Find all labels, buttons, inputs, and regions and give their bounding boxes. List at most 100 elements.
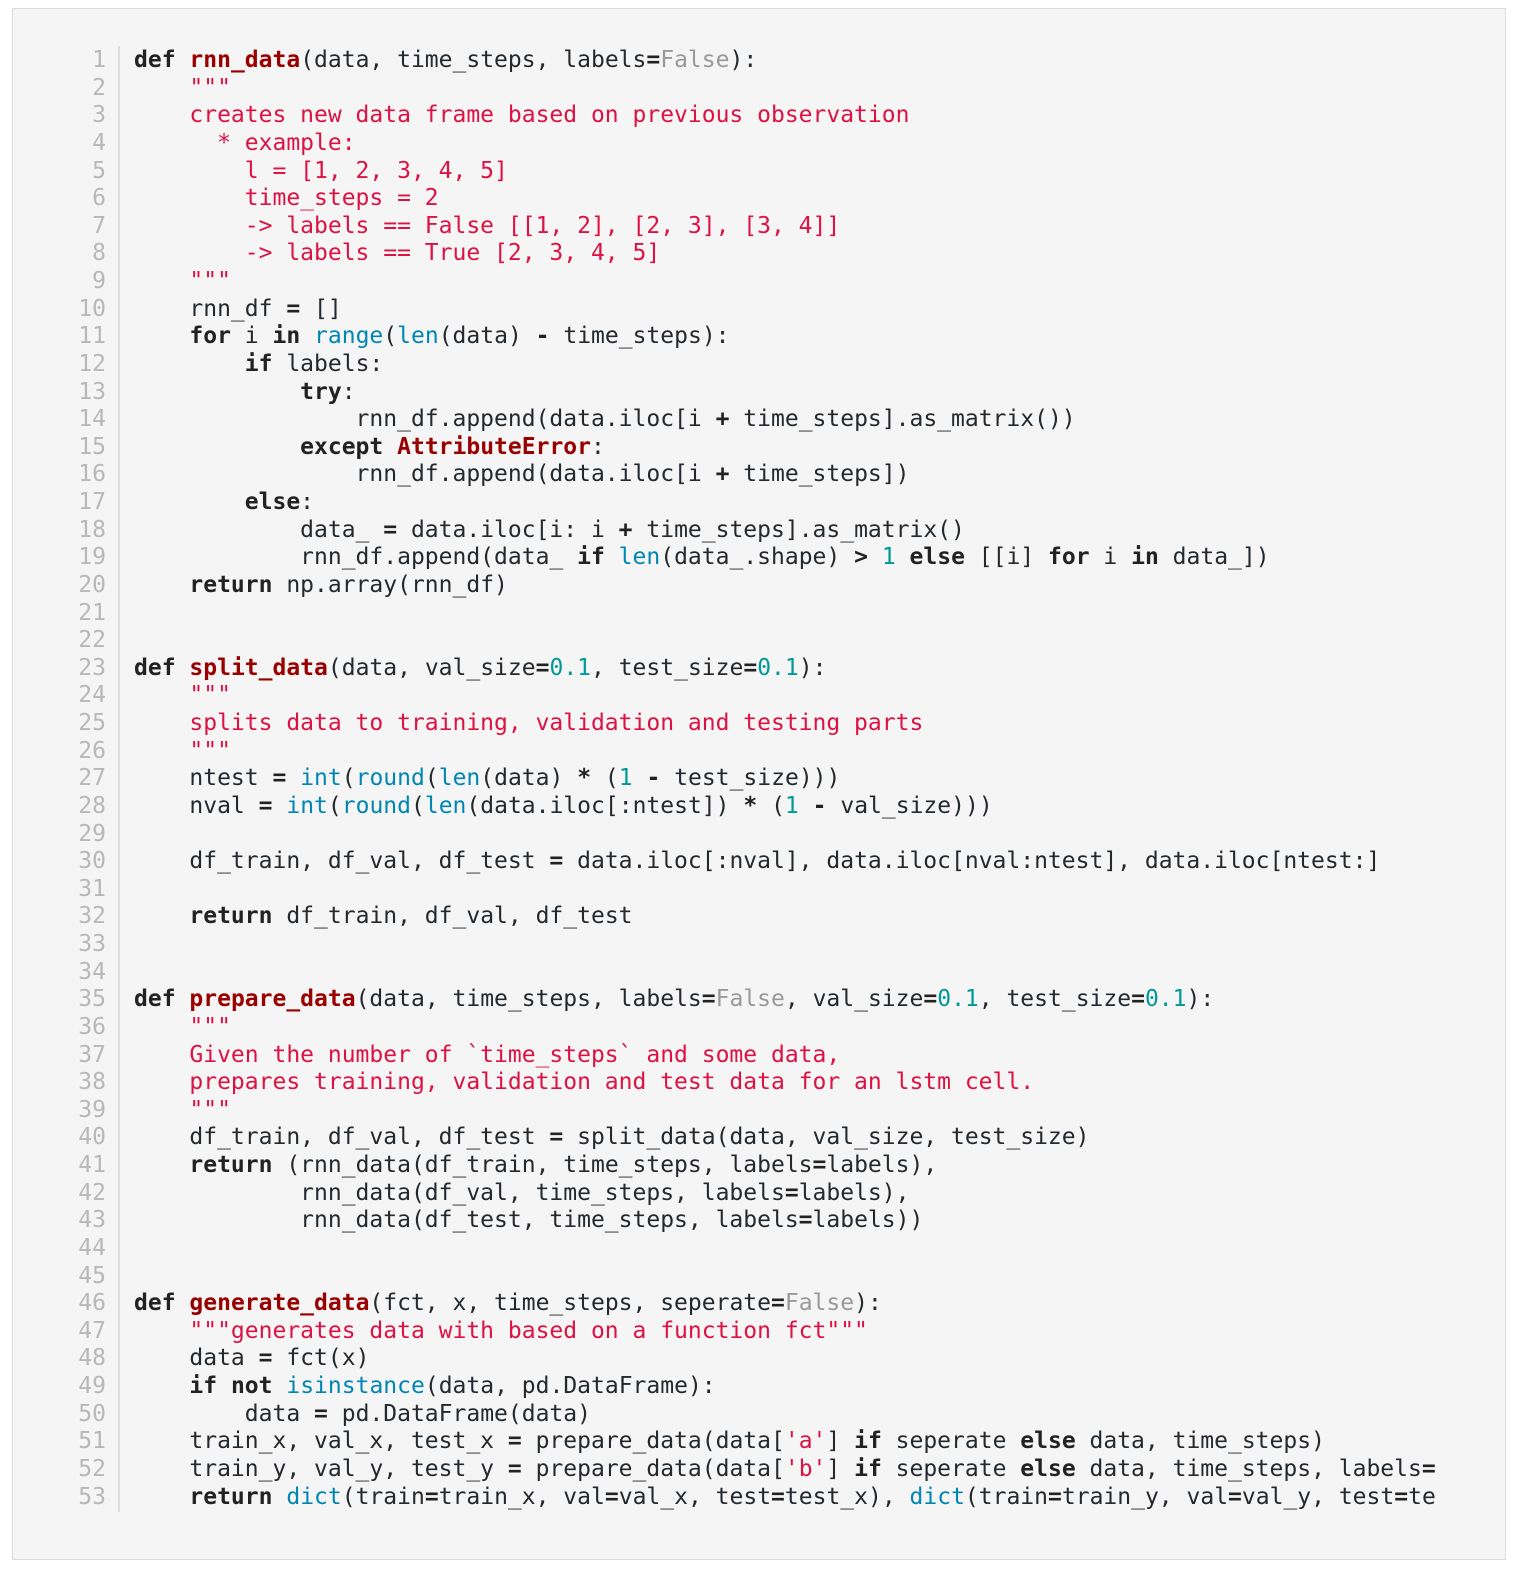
number-token: 1 [784,792,799,819]
operator-token: = [784,1179,799,1206]
code-token: data.iloc[i: i [397,516,619,543]
code-token: ( [424,765,439,792]
code-token: labels), [798,1179,910,1206]
operator-token: + [715,406,730,433]
code-line: rnn_df.append(data.iloc[i + time_steps].… [134,406,1436,434]
code-token: pd.DataFrame(data) [327,1400,591,1427]
line-number: 15 [78,433,106,460]
code-token: (fct, x, time_steps, seperate [369,1290,771,1317]
operator-token: + [715,461,730,488]
builtin-token: int [286,792,328,819]
operator-token: = [798,1207,813,1234]
operator-token: + [618,516,633,543]
number-token: 1 [881,544,896,571]
code-line: def generate_data(fct, x, time_steps, se… [134,1290,1436,1318]
line-number: 32 [78,903,106,930]
operator-token: - [535,323,550,350]
builtin-token: round [355,765,425,792]
docstring-token: splits data to training, validation and … [134,710,924,736]
line-number: 47 [78,1317,106,1344]
function-name-token: split_data [189,654,328,681]
line-number: 49 [78,1373,106,1399]
code-token: (data, time_steps, labels [300,47,647,73]
keyword-token: else [909,544,965,571]
keyword-token: def [134,1290,176,1317]
operator-token: = [507,1455,522,1482]
keyword-token: if [189,1373,218,1399]
exception-name-token: AttributeError [397,433,591,460]
docstring-token: * example: [134,129,356,156]
code-line: -> labels == True [2, 3, 4, 5] [134,240,1436,268]
code-token: labels)) [812,1207,924,1234]
code-token: df_train, df_val, df_test [272,903,633,930]
code-token: i [1089,544,1132,571]
builtin-token: len [424,792,467,819]
operator-token: = [535,654,550,681]
code-token: train_y, val_y, test_y [134,1455,508,1482]
code-line: splits data to training, validation and … [134,710,1436,738]
code-token: (data, time_steps, labels [355,986,702,1013]
code-token: (rnn_data(df_train, time_steps, labels [272,1152,813,1178]
keyword-token: def [134,47,176,73]
operator-token: = [383,516,398,543]
code-token: val_y, test [1241,1483,1395,1510]
code-line: train_y, val_y, test_y = prepare_data(da… [134,1456,1436,1484]
line-number: 9 [92,268,106,294]
constant-token: False [784,1290,855,1317]
code-token: test_size))) [660,765,841,792]
code-line: """ [134,268,1436,296]
code-line: l = [1, 2, 3, 4, 5] [134,158,1436,186]
code-line: nval = int(round(len(data.iloc[:ntest]) … [134,793,1436,821]
line-number: 26 [78,737,106,764]
code-token: i [230,323,273,350]
line-number: 14 [78,406,106,433]
line-number: 22 [78,627,106,654]
keyword-token: if [854,1428,882,1455]
code-line: def split_data(data, val_size=0.1, test_… [134,655,1436,683]
code-token: time_steps]) [729,461,910,488]
code-token: split_data(data, val_size, test_size) [563,1124,1090,1151]
code-token: ( [383,323,398,350]
code-token: (data, pd.DataFrame): [424,1373,716,1399]
code-line: ntest = int(round(len(data) * (1 - test_… [134,765,1436,793]
operator-token: = [701,986,716,1013]
line-number: 3 [92,102,106,129]
operator-token: = [549,1124,564,1151]
keyword-token: return [189,1483,273,1510]
keyword-token: else [244,489,301,515]
docstring-token: Given the number of `time_steps` and som… [134,1041,841,1068]
line-number-gutter: 1 2 3 4 5 6 7 8 9 10 11 12 13 14 15 16 17 18 19 20 21 22 23 24 2… [65,46,120,1513]
code-token: time_steps].as_matrix() [632,516,965,543]
docstring-token: -> labels == False [[1, 2], [2, 3], [3, … [134,212,841,239]
code-token: data_ [134,516,384,543]
code-line: """ [134,75,1436,103]
code-token: df_train, df_val, df_test [134,848,550,875]
code-token: , test_size [591,654,744,681]
keyword-token: in [272,323,301,350]
line-number: 2 [92,74,106,101]
code-token: ): [1186,986,1215,1013]
code-line: prepares training, validation and test d… [134,1069,1436,1097]
code-token: data.iloc[:nval], data.iloc[nval:ntest],… [563,848,1381,875]
code-token: ): [729,47,758,73]
code-token: ] [826,1455,855,1482]
line-number: 48 [78,1345,106,1372]
line-number: 41 [78,1152,106,1178]
code-line: rnn_data(df_val, time_steps, labels=labe… [134,1180,1436,1208]
code-token: : [591,433,605,460]
code-token: (data) [438,323,536,350]
function-name-token: generate_data [189,1290,370,1317]
operator-token: = [549,848,564,875]
code-line: return dict(train=train_x, val=val_x, te… [134,1483,1435,1512]
